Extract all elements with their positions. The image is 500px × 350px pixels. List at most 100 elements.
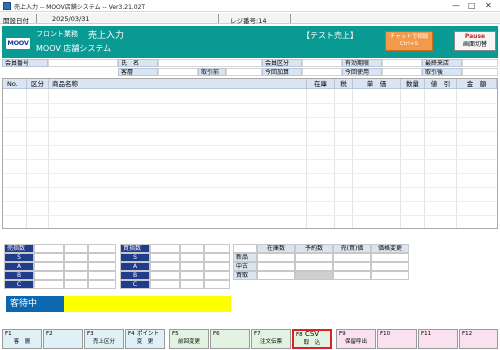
- f10-key: F10: [380, 331, 391, 337]
- pause-label: Pause: [464, 33, 486, 40]
- column-header: 在庫: [307, 79, 335, 89]
- this-use-field[interactable]: [382, 68, 422, 76]
- f9-button[interactable]: F9 保留呼出: [336, 329, 376, 349]
- sell-index-title: 売指数: [4, 244, 34, 253]
- window-title: 売上入力 -- MOOV店舗システム -- Ver3.21.02T: [14, 4, 146, 11]
- f1-key: F1: [5, 331, 12, 337]
- column-header: 区分: [27, 79, 49, 89]
- f3-key: F3: [87, 331, 94, 337]
- minimize-icon[interactable]: —: [452, 1, 460, 10]
- buy-rank-a: A: [120, 262, 150, 271]
- buy-index-title: 買指数: [120, 244, 150, 253]
- pause-button[interactable]: Pause 画面切替: [454, 31, 496, 51]
- section-name: フロント業務: [36, 30, 78, 38]
- this-use-label: 今回使用: [342, 68, 382, 76]
- column-header: 値 引: [425, 79, 457, 89]
- valid-term-field[interactable]: [382, 59, 422, 67]
- f2-key: F2: [46, 331, 53, 337]
- status-label: 客待中: [6, 296, 64, 312]
- f2-button[interactable]: F2: [43, 329, 83, 349]
- column-header: 金 額: [457, 79, 497, 89]
- discount-after-field[interactable]: [462, 68, 498, 76]
- f1-label: 客 層: [13, 339, 31, 345]
- f4-label-2: 変 更: [136, 339, 154, 345]
- f10-button[interactable]: F10: [377, 329, 417, 349]
- member-no-label: 会員番号: [2, 59, 48, 67]
- date-value: 2025/03/31: [52, 15, 90, 23]
- member-no-field[interactable]: [48, 59, 118, 67]
- column-header: 税: [335, 79, 353, 89]
- customer-layer-label: 客層: [118, 68, 158, 76]
- window-title-bar: 売上入力 -- MOOV店舗システム -- Ver3.21.02T — □ ✕: [0, 0, 500, 12]
- f4-button[interactable]: F4 ポイント 変 更: [125, 329, 165, 349]
- this-add-field[interactable]: [302, 68, 342, 76]
- sell-rank-b: B: [4, 271, 34, 280]
- discount-before-field[interactable]: [226, 68, 262, 76]
- f7-button[interactable]: F7 注文伝票: [251, 329, 291, 349]
- close-icon[interactable]: ✕: [485, 1, 492, 10]
- f1-button[interactable]: F1 客 層: [2, 329, 42, 349]
- f8-csv-import-button[interactable]: F8 CSV 取 込: [292, 329, 332, 349]
- member-class-label: 会員区分: [262, 59, 302, 67]
- app-icon: [3, 2, 11, 10]
- stock-header-count: 在庫数: [257, 244, 295, 253]
- f7-label: 注文伝票: [259, 339, 282, 345]
- stock-row-buy: 買取: [233, 271, 257, 280]
- name-field[interactable]: [158, 59, 262, 67]
- discount-before-label: 取引前: [198, 68, 226, 76]
- f3-label: 売上区分: [92, 339, 115, 345]
- f9-label: 保留呼出: [344, 339, 367, 345]
- chat-button-shortcut: Ctrl+S: [400, 41, 418, 47]
- sell-rank-a: A: [4, 262, 34, 271]
- buy-rank-b: B: [120, 271, 150, 280]
- column-header: 商品名称: [49, 79, 307, 89]
- f5-button[interactable]: F5 前回変更: [169, 329, 209, 349]
- member-class-field[interactable]: [302, 59, 342, 67]
- column-header: 数量: [401, 79, 425, 89]
- f12-key: F12: [462, 331, 473, 337]
- chat-button-label: チャットで相談: [389, 34, 429, 40]
- f3-button[interactable]: F3 売上区分: [84, 329, 124, 349]
- f12-button[interactable]: F12: [459, 329, 498, 349]
- function-key-bar: F1 客 層 F2 F3 売上区分 F4 ポイント 変 更 F5 前回変更 F6…: [2, 329, 498, 349]
- column-header: No.: [3, 79, 27, 89]
- discount-after-label: 取引後: [422, 68, 462, 76]
- last-visit-label: 最終来店: [422, 59, 462, 67]
- screen-title: 売上入力: [88, 31, 125, 41]
- stock-header-reserve: 予約数: [295, 244, 333, 253]
- f6-key: F6: [213, 331, 220, 337]
- screen-switch-label: 画面切替: [462, 41, 487, 48]
- status-message-bar: [64, 296, 231, 312]
- maximize-icon[interactable]: □: [468, 1, 476, 10]
- f11-button[interactable]: F11: [418, 329, 458, 349]
- column-header: 単 価: [353, 79, 401, 89]
- stock-row-new: 新品: [233, 253, 257, 262]
- f9-key: F9: [339, 331, 346, 337]
- f8-label-2: 取 込: [303, 340, 321, 346]
- f8-label: CSV: [304, 330, 320, 338]
- date-label: 開設日付: [3, 17, 29, 25]
- valid-term-label: 有効期限: [342, 59, 382, 67]
- f4-label: ポイント: [136, 331, 159, 337]
- customer-layer-field[interactable]: [158, 68, 198, 76]
- f5-label: 前回変更: [177, 339, 200, 345]
- f11-key: F11: [421, 331, 432, 337]
- info-bar: 開設日付 2025/03/31 レジ番号:14: [0, 13, 500, 25]
- mode-label: 【テスト売上】: [302, 31, 358, 40]
- sell-rank-s: S: [4, 253, 34, 262]
- stock-row-used: 中古: [233, 262, 257, 271]
- last-visit-field[interactable]: [462, 59, 498, 67]
- chat-consult-button[interactable]: チャットで相談 Ctrl+S: [385, 31, 433, 51]
- f6-button[interactable]: F6: [210, 329, 250, 349]
- stock-header-change: 価格変更: [371, 244, 409, 253]
- sales-table: No. 区分 商品名称 在庫 税 単 価 数量 値 引 金 額: [2, 78, 498, 229]
- moov-logo: MOOV: [6, 38, 30, 49]
- this-add-label: 今回加算: [262, 68, 302, 76]
- f5-key: F5: [172, 331, 179, 337]
- system-name: MOOV 店舗システム: [36, 44, 112, 53]
- buy-rank-s: S: [120, 253, 150, 262]
- app-header: MOOV フロント業務 売上入力 MOOV 店舗システム 【テスト売上】 チャッ…: [2, 26, 498, 58]
- register-number: レジ番号:14: [230, 17, 267, 25]
- f7-key: F7: [254, 331, 261, 337]
- buy-rank-c: C: [120, 280, 150, 289]
